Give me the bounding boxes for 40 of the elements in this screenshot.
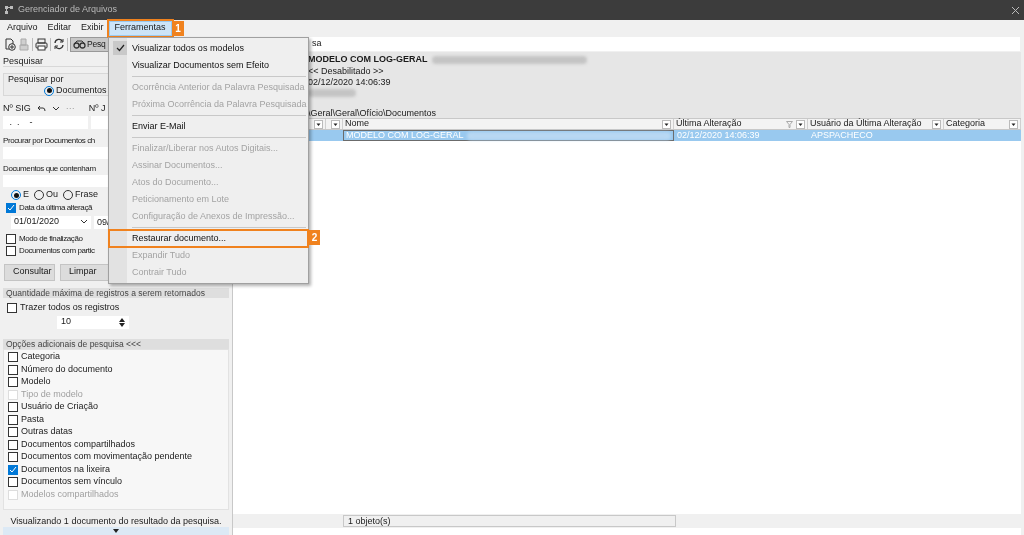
- checkbox-label: Usuário de Criação: [21, 400, 99, 414]
- callout-badge: 1: [172, 20, 184, 36]
- checkbox-label: Documentos compartilhados: [21, 437, 136, 451]
- field-label: Nº J: [88, 102, 106, 116]
- section-header: Quantidade máxima de registros a serem retornados: [3, 287, 229, 298]
- section-header: Opções adicionais de pesquisa <<<: [3, 338, 229, 349]
- radio-label: Documentos: [56, 84, 107, 97]
- radio-label: Frase: [75, 188, 99, 202]
- table-cell-text: APSPACHECO: [810, 130, 874, 141]
- checkbox-label: Modo de finalização: [19, 233, 83, 246]
- checkbox-label: Documentos sem vínculo: [21, 475, 123, 489]
- table-cell-text: 02/12/2020 14:06:39: [676, 130, 761, 141]
- radio-label: E: [23, 188, 29, 202]
- status-count: 1 objeto(s): [343, 515, 676, 527]
- checkbox-label: Modelo: [21, 375, 51, 389]
- field-label: Nº SIG: [3, 102, 31, 116]
- checkbox-label: Número do documento: [21, 362, 113, 376]
- checkbox-label: Documentos com partic: [19, 245, 95, 258]
- folder-path: \Geral\Geral\Ofício\Documentos: [308, 108, 438, 118]
- checkbox-label: Categoria: [21, 350, 61, 364]
- field-label: Procurar por Documentos ch: [3, 135, 95, 146]
- field-label: Documentos que contenham: [3, 162, 96, 174]
- checkbox-label: Documentos na lixeira: [21, 462, 111, 476]
- checkbox-label: Data da última alteraçã: [19, 202, 93, 215]
- group-label: Pesquisar por: [8, 74, 65, 84]
- checkbox-label: Trazer todos os registros: [20, 301, 120, 315]
- preview-title: MODELO COM LOG-GERAL: [308, 53, 428, 67]
- checkbox-label: Modelos compartilhados: [21, 487, 119, 501]
- preview-state: << Desabilitado >>: [308, 66, 385, 76]
- callout-badge: 2: [309, 230, 320, 245]
- preview-date: 02/12/2020 14:06:39: [308, 77, 392, 87]
- window-title: Gerenciador de Arquivos: [18, 3, 118, 17]
- radio-label: Ou: [46, 188, 59, 202]
- status-text: Visualizando 1 documento do resultado da pesquisa.: [9, 516, 223, 527]
- checkbox-label: Documentos com movimentação pendente: [21, 450, 193, 464]
- checkbox-label: Outras datas: [21, 425, 73, 439]
- table-cell: MODELO COM LOG-GERAL: [343, 130, 674, 141]
- more-label: ···: [65, 102, 75, 116]
- checkbox-label: Tipo de modelo: [21, 387, 83, 401]
- checkbox-label: Pasta: [21, 412, 44, 426]
